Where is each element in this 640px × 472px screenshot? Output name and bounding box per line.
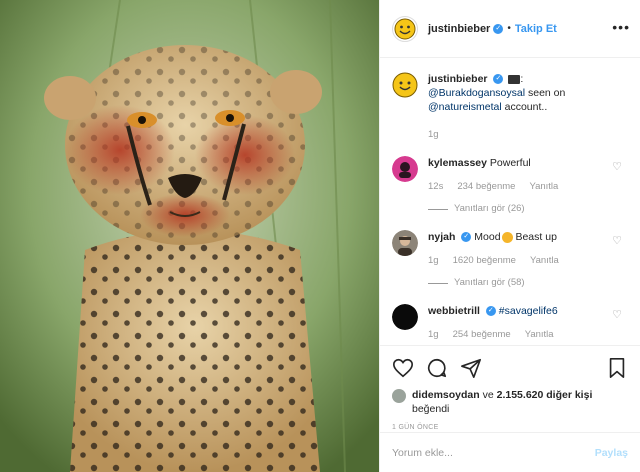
replies-divider — [428, 208, 448, 210]
post-actions: didemsoydan ve 2.155.620 diğer kişi beğe… — [380, 345, 640, 431]
likes-summary[interactable]: didemsoydan ve 2.155.620 diğer kişi beğe… — [392, 388, 628, 416]
verified-badge-icon: ✓ — [493, 23, 504, 34]
verified-badge-icon: ✓ — [485, 306, 496, 317]
caption-avatar[interactable] — [392, 72, 418, 98]
header-separator: • — [507, 23, 511, 34]
person-avatar-icon — [392, 230, 418, 256]
camera-icon — [508, 74, 521, 84]
smiley-avatar-icon — [392, 72, 418, 98]
caption-mention-1[interactable]: @Burakdogansoysal — [428, 87, 525, 99]
comment-text: Mood — [474, 231, 501, 243]
like-comment-heart-icon[interactable]: ♡ — [612, 160, 622, 173]
comment-time: 12s — [428, 181, 444, 192]
comment-likes[interactable]: 1620 beğenme — [453, 254, 516, 268]
likes-conj: ve — [479, 389, 497, 401]
comment-text-after: Beast up — [512, 231, 557, 243]
likes-text: didemsoydan ve 2.155.620 diğer kişi beğe… — [412, 388, 592, 416]
comment-body: webbietrill ✓ #savagelife6 1g 254 beğenm… — [428, 304, 628, 342]
post-comment-button[interactable]: Paylaş — [595, 447, 628, 459]
follow-button[interactable]: Takip Et — [515, 23, 557, 35]
comment-time: 1g — [428, 329, 439, 340]
view-replies[interactable]: Yanıtları gör (26) — [428, 202, 628, 216]
comment-username[interactable]: webbietrill — [428, 305, 480, 317]
comment-item: kylemassey Powerful 12s 234 beğenme Yanı… — [392, 156, 628, 216]
black-avatar-icon — [392, 304, 418, 330]
comment-hashtag[interactable]: #savagelife6 — [499, 305, 558, 317]
comment-username[interactable]: kylemassey — [428, 157, 487, 169]
comment-meta: 12s 234 beğenme Yanıtla — [428, 180, 628, 194]
liker-avatar — [392, 389, 406, 403]
angry-face-icon — [501, 231, 513, 243]
caption-time: 1g — [428, 129, 439, 140]
verified-badge-icon: ✓ — [461, 232, 472, 243]
commenter-avatar[interactable] — [392, 304, 418, 330]
caption-body: justinbieber ✓ : @Burakdogansoysal seen … — [428, 72, 628, 142]
comment-input[interactable] — [392, 446, 595, 459]
caption-username[interactable]: justinbieber — [428, 73, 488, 85]
liker-username[interactable]: didemsoydan — [412, 389, 480, 401]
caption-mention-2[interactable]: @natureismetal — [428, 101, 502, 113]
add-comment-bar: Paylaş — [380, 432, 640, 472]
author-username[interactable]: justinbieber — [428, 23, 490, 35]
smiley-avatar-icon — [394, 18, 416, 39]
likes-suffix: beğendi — [412, 403, 450, 415]
cheetah-photo — [0, 0, 379, 472]
reply-button[interactable]: Yanıtla — [530, 254, 559, 268]
post-header: justinbieber ✓ • Takip Et ••• — [380, 0, 640, 58]
view-replies-label: Yanıtları gör (26) — [454, 203, 525, 214]
more-horizontal-icon[interactable]: ••• — [612, 20, 630, 34]
comment-meta: 1g 1620 beğenme Yanıtla — [428, 254, 628, 268]
comment-item: webbietrill ✓ #savagelife6 1g 254 beğenm… — [392, 304, 628, 342]
caption-text-1: seen on — [525, 87, 566, 99]
comment-body: kylemassey Powerful 12s 234 beğenme Yanı… — [428, 156, 628, 216]
post-image[interactable] — [0, 0, 379, 472]
view-replies[interactable]: Yanıtları gör (58) — [428, 276, 628, 290]
like-heart-icon[interactable] — [392, 357, 414, 379]
like-comment-heart-icon[interactable]: ♡ — [612, 234, 622, 247]
comments-list[interactable]: justinbieber ✓ : @Burakdogansoysal seen … — [380, 58, 640, 345]
comment-text: Powerful — [489, 157, 531, 169]
share-arrow-icon[interactable] — [460, 357, 482, 379]
comment-likes[interactable]: 254 beğenme — [453, 328, 511, 342]
caption: justinbieber ✓ : @Burakdogansoysal seen … — [392, 72, 628, 142]
reply-button[interactable]: Yanıtla — [525, 328, 554, 342]
comment-body: nyjah ✓ Mood Beast up 1g 1620 beğenme Ya… — [428, 230, 628, 290]
caption-colon: : — [520, 73, 524, 85]
comment-time: 1g — [428, 255, 439, 266]
view-replies-label: Yanıtları gör (58) — [454, 277, 525, 288]
comment-username[interactable]: nyjah — [428, 231, 455, 243]
post-date: 1 GÜN ÖNCE — [392, 424, 439, 431]
replies-divider — [428, 282, 448, 284]
reply-button[interactable]: Yanıtla — [529, 180, 558, 194]
comment-bubble-icon[interactable] — [426, 357, 448, 379]
action-icons — [392, 352, 628, 384]
bookmark-icon[interactable] — [606, 357, 628, 379]
post-details-panel: justinbieber ✓ • Takip Et ••• justinbieb… — [379, 0, 640, 472]
comment-item: nyjah ✓ Mood Beast up 1g 1620 beğenme Ya… — [392, 230, 628, 290]
author-avatar[interactable] — [392, 15, 418, 42]
likes-count[interactable]: 2.155.620 diğer kişi — [497, 389, 593, 401]
like-comment-heart-icon[interactable]: ♡ — [612, 308, 622, 321]
commenter-avatar[interactable] — [392, 230, 418, 256]
comment-meta: 1g 254 beğenme Yanıtla — [428, 328, 628, 342]
commenter-avatar[interactable] — [392, 156, 418, 182]
pink-avatar-icon — [392, 156, 418, 182]
comment-likes[interactable]: 234 beğenme — [457, 180, 515, 194]
caption-text-2: account.. — [501, 101, 548, 113]
verified-badge-icon: ✓ — [493, 74, 504, 85]
